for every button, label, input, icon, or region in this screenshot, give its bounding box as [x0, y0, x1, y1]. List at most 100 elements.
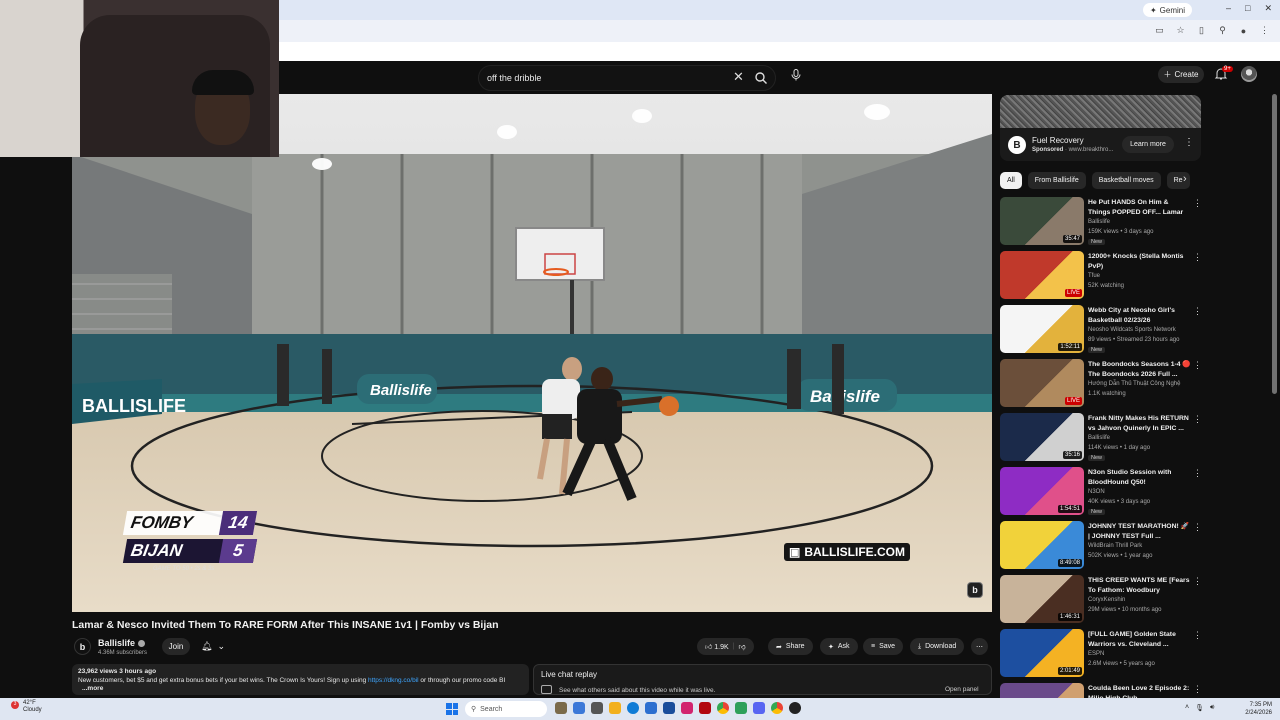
gemini-button[interactable]: ✦ Gemini: [1142, 3, 1192, 17]
chevron-right-icon[interactable]: ›: [1183, 173, 1187, 185]
recommendation-channel[interactable]: ESPN: [1088, 651, 1104, 657]
open-panel-button[interactable]: Open panel: [945, 686, 979, 693]
channel-name[interactable]: Ballislife: [98, 638, 135, 648]
create-button[interactable]: ＋ Create: [1158, 66, 1204, 83]
recommendation-item[interactable]: 35:16 Frank Nitty Makes His RETURN vs Jah…: [1000, 413, 1205, 467]
channel-watermark-icon[interactable]: b: [967, 582, 983, 598]
recommendation-title[interactable]: [FULL GAME] Golden State Warriors vs. Cl…: [1088, 630, 1191, 649]
chevron-up-icon[interactable]: ˄: [1185, 704, 1189, 712]
recommendation-channel[interactable]: CoryxKenshin: [1088, 597, 1125, 603]
taskbar-app-obs-icon[interactable]: [789, 702, 801, 714]
clear-search-icon[interactable]: ✕: [733, 69, 744, 85]
search-icon[interactable]: [754, 71, 768, 85]
recommendation-item[interactable]: 8:49:08 JOHNNY TEST MARATHON! 🚀 | JOHNNY …: [1000, 521, 1205, 575]
recommendation-menu-dots-icon[interactable]: ⋮: [1193, 522, 1202, 533]
more-link[interactable]: ...more: [82, 685, 103, 692]
video-player[interactable]: BALLISLIFE Ballislife Ballislife FOMBY 1…: [72, 94, 992, 612]
ask-button[interactable]: ✦ Ask: [820, 638, 858, 655]
recommendation-item[interactable]: 2:01:49 [FULL GAME] Golden State Warriors…: [1000, 629, 1205, 683]
channel-avatar[interactable]: b: [74, 638, 91, 655]
taskbar-app-outlook-icon[interactable]: [663, 702, 675, 714]
sidepanel-icon[interactable]: ▯: [1196, 25, 1207, 36]
page-scrollbar[interactable]: [1272, 94, 1277, 394]
recommendation-channel[interactable]: Neosho Wildcats Sports Network: [1088, 327, 1176, 333]
chip-basketball-moves[interactable]: Basketball moves: [1091, 172, 1161, 189]
recommendation-menu-dots-icon[interactable]: ⋮: [1193, 252, 1202, 263]
video-thumbnail[interactable]: 8:49:08: [1000, 521, 1084, 569]
recommendation-channel[interactable]: Hướng Dẫn Thủ Thuật Công Nghệ: [1088, 381, 1180, 387]
dislike-button[interactable]: 👎︎: [739, 642, 746, 651]
taskbar-app-green-icon[interactable]: [735, 702, 747, 714]
menu-dots-icon[interactable]: ⋮: [1259, 25, 1270, 36]
recommendation-item[interactable]: 35:47 He Put HANDS On Him & Things POPPED…: [1000, 197, 1205, 251]
recommendation-item[interactable]: 1:52:11 Webb City at Neosho Girl's Basket…: [1000, 305, 1205, 359]
ad-menu-dots-icon[interactable]: ⋮: [1184, 137, 1194, 148]
recommendation-item[interactable]: LIVE 12000+ Knocks (Stella Montis PvP) Tfu…: [1000, 251, 1205, 305]
taskbar-app-edge-icon[interactable]: [627, 702, 639, 714]
profile-icon[interactable]: ●: [1238, 25, 1249, 36]
more-actions-button[interactable]: ⋯: [971, 638, 988, 655]
mic-tray-icon[interactable]: 🎙︎: [1195, 704, 1204, 712]
recommendation-menu-dots-icon[interactable]: ⋮: [1193, 468, 1202, 479]
recommendation-title[interactable]: The Boondocks Seasons 1-4 🔴 The Boondock…: [1088, 360, 1191, 379]
recommendation-channel[interactable]: WildBrain Thrill Park: [1088, 543, 1142, 549]
recommendation-title[interactable]: He Put HANDS On Him & Things POPPED OFF.…: [1088, 198, 1191, 218]
recommendation-menu-dots-icon[interactable]: ⋮: [1193, 414, 1202, 425]
recommendation-menu-dots-icon[interactable]: ⋮: [1193, 198, 1202, 209]
save-button[interactable]: ≡ Save: [863, 638, 904, 655]
recommendation-title[interactable]: 12000+ Knocks (Stella Montis PvP): [1088, 252, 1191, 271]
chip-all[interactable]: All: [1000, 172, 1022, 189]
recommendation-channel[interactable]: Ballislife: [1088, 219, 1110, 225]
video-thumbnail[interactable]: 1:52:11: [1000, 305, 1084, 353]
share-button[interactable]: ➦ Share: [768, 638, 813, 655]
video-thumbnail[interactable]: LIVE: [1000, 359, 1084, 407]
recommendation-item[interactable]: 1:46:31 THIS CREEP WANTS ME [Fears To Fat…: [1000, 575, 1205, 629]
video-thumbnail[interactable]: 1:54:51: [1000, 467, 1084, 515]
recommendation-title[interactable]: N3on Studio Session with BloodHound Q50!: [1088, 468, 1191, 487]
recommendation-title[interactable]: Webb City at Neosho Girl's Basketball 02…: [1088, 306, 1191, 325]
recommendation-menu-dots-icon[interactable]: ⋮: [1193, 684, 1202, 695]
recommendation-menu-dots-icon[interactable]: ⋮: [1193, 630, 1202, 641]
recommendation-menu-dots-icon[interactable]: ⋮: [1193, 360, 1202, 371]
taskbar-app-widgets-icon[interactable]: [555, 702, 567, 714]
recommendation-channel[interactable]: Ballislife: [1088, 435, 1110, 441]
taskbar-app-taskview-icon[interactable]: [591, 702, 603, 714]
bookmark-star-icon[interactable]: ☆: [1175, 25, 1186, 36]
recommendation-title[interactable]: JOHNNY TEST MARATHON! 🚀 | JOHNNY TEST Fu…: [1088, 522, 1191, 541]
recommendation-title[interactable]: THIS CREEP WANTS ME [Fears To Fathom: Wo…: [1088, 576, 1191, 596]
search-box[interactable]: off the dribble ✕: [478, 65, 776, 91]
taskbar-app-netflix-icon[interactable]: [699, 702, 711, 714]
promo-link[interactable]: https://dkng.co/bil: [368, 677, 419, 684]
recommendation-item[interactable]: 1:54:51 N3on Studio Session with BloodHou…: [1000, 467, 1205, 521]
video-thumbnail[interactable]: 1:46:31: [1000, 575, 1084, 623]
video-thumbnail[interactable]: 35:16: [1000, 413, 1084, 461]
close-window-button[interactable]: ✕: [1264, 3, 1272, 14]
microphone-icon[interactable]: [787, 66, 805, 84]
channel-name-row[interactable]: Ballislife: [98, 638, 146, 648]
windows-start-icon[interactable]: [446, 703, 458, 715]
join-button[interactable]: Join: [162, 638, 190, 655]
recommendation-channel[interactable]: N3ON: [1088, 489, 1105, 495]
like-button[interactable]: 👍︎ 1.9K: [705, 642, 729, 651]
download-button[interactable]: ⤓ Download: [910, 638, 965, 655]
user-avatar[interactable]: [1241, 66, 1257, 82]
taskbar-app-chrome-icon[interactable]: [717, 702, 729, 714]
subscription-bell-button[interactable]: 🔔︎ ⌄: [197, 638, 229, 655]
description-box[interactable]: 23,962 views 3 hours ago New customers, …: [72, 664, 529, 695]
taskbar-app-chrome-2-icon[interactable]: [771, 702, 783, 714]
recommendation-channel[interactable]: Tfue: [1088, 273, 1100, 279]
taskbar-app-copilot-icon[interactable]: [573, 702, 585, 714]
taskbar-app-discord-icon[interactable]: [753, 702, 765, 714]
cast-icon[interactable]: ▭: [1154, 25, 1165, 36]
video-thumbnail[interactable]: 2:01:49: [1000, 629, 1084, 677]
learn-more-button[interactable]: Learn more: [1122, 136, 1174, 153]
volume-icon[interactable]: 🔊︎: [1210, 704, 1214, 712]
maximize-button[interactable]: □: [1245, 3, 1250, 14]
recommendation-menu-dots-icon[interactable]: ⋮: [1193, 306, 1202, 317]
search-input[interactable]: off the dribble: [487, 73, 541, 83]
taskbar-app-explorer-icon[interactable]: [609, 702, 621, 714]
weather-widget[interactable]: 3 42°F Cloudy: [11, 700, 42, 714]
video-thumbnail[interactable]: LIVE: [1000, 251, 1084, 299]
recommendation-menu-dots-icon[interactable]: ⋮: [1193, 576, 1202, 587]
taskbar-app-media-icon[interactable]: [681, 702, 693, 714]
